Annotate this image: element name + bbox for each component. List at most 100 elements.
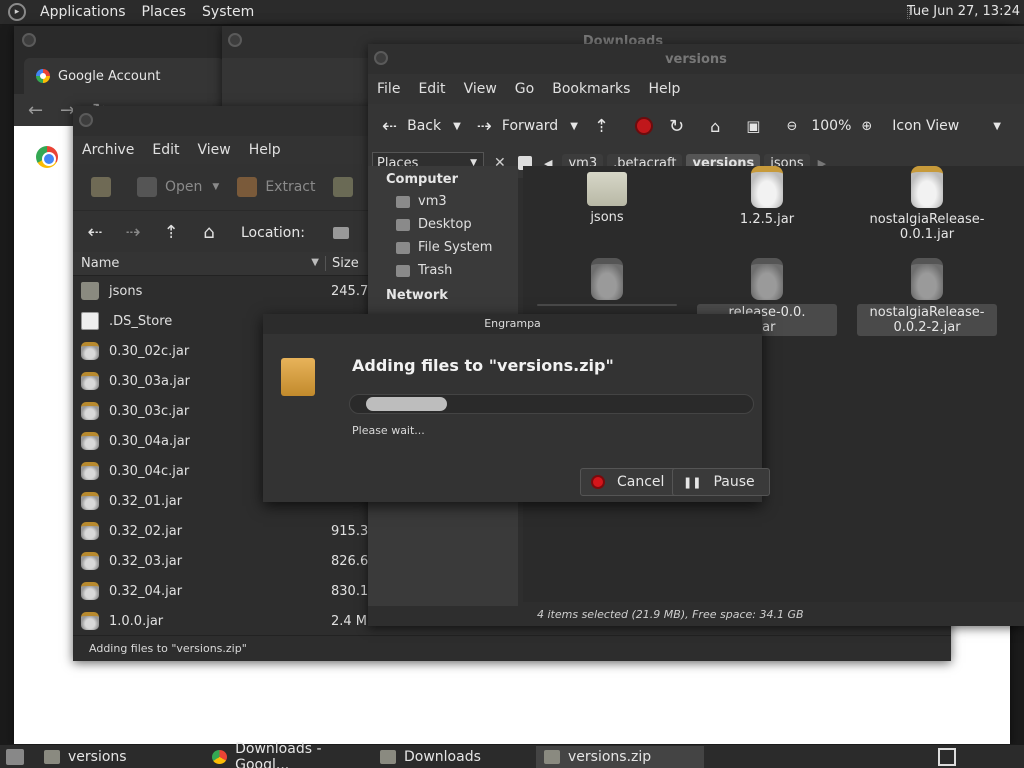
file-icon-label (537, 304, 677, 306)
taskbar-item[interactable]: versions.zip (536, 745, 704, 768)
file-name: jsons (109, 283, 143, 299)
package-icon (281, 358, 315, 396)
stop-button[interactable] (629, 117, 659, 135)
versions-statusbar: 4 items selected (21.9 MB), Free space: … (523, 602, 1024, 626)
versions-titlebar[interactable]: versions (368, 44, 1024, 74)
reload-icon: ↻ (669, 115, 685, 137)
file-icon-label: nostalgiaRelease-0.0.2-2.jar (857, 304, 997, 336)
home-icon: ⌂ (710, 116, 721, 136)
open-button[interactable]: Open ▼ (131, 177, 225, 197)
back-history-dropdown-icon[interactable]: ▼ (453, 121, 461, 132)
new-archive-button[interactable] (85, 177, 125, 197)
jar-icon (751, 258, 783, 300)
jar-icon (81, 492, 99, 510)
up-button[interactable]: ⇡ (588, 116, 625, 137)
window-menu-button[interactable] (22, 33, 36, 47)
show-desktop-icon[interactable] (6, 748, 24, 765)
dialog-title[interactable]: Engrampa (263, 314, 762, 334)
reload-button[interactable]: ↻ (663, 116, 700, 137)
jar-icon (81, 582, 99, 600)
back-arrow-icon: ⇠ (382, 115, 398, 137)
forward-arrow-icon[interactable]: ⇢ (121, 222, 145, 243)
file-name: 0.32_03.jar (109, 553, 183, 569)
file-icon-item[interactable]: nostalgiaRelease-0.0.1.jar (857, 166, 997, 242)
file-name: 0.32_02.jar (109, 523, 183, 539)
size-column-header[interactable]: Size (325, 256, 359, 271)
location-label: Location: (241, 224, 305, 241)
versions-menubar: File Edit View Go Bookmarks Help (368, 74, 1024, 104)
taskbar-item[interactable]: versions (36, 746, 204, 768)
back-label: Back (407, 118, 442, 134)
forward-history-dropdown-icon[interactable]: ▼ (570, 121, 578, 132)
zoom-in-button[interactable]: ⊕ (855, 119, 882, 134)
versions-title: versions (665, 52, 727, 67)
folder-icon (81, 282, 99, 300)
extract-label: Extract (265, 179, 316, 195)
menu-bookmarks[interactable]: Bookmarks (543, 81, 639, 97)
archive-statusbar: Adding files to "versions.zip" (73, 635, 951, 661)
chrome-icon (212, 749, 228, 764)
file-icon-label: nostalgiaRelease-0.0.1.jar (869, 212, 985, 242)
file-icon-label: jsons (590, 210, 624, 225)
back-arrow-icon[interactable]: ⇠ (83, 222, 107, 243)
taskbar-item[interactable]: Downloads - Googl... (204, 741, 372, 768)
sidebar-item-filesystem[interactable]: File System (368, 236, 518, 259)
zoom-out-button[interactable]: ⊖ (780, 119, 807, 134)
menu-file[interactable]: File (368, 81, 409, 97)
cancel-button[interactable]: Cancel (580, 468, 680, 496)
workspace-switcher-icon[interactable] (938, 748, 956, 766)
menu-help[interactable]: Help (639, 81, 689, 97)
menu-edit[interactable]: Edit (143, 142, 188, 158)
jar-icon (81, 462, 99, 480)
places-menu[interactable]: Places (134, 4, 195, 20)
jar-icon (81, 612, 99, 630)
zoom-level: 100% (811, 118, 852, 134)
taskbar-item-label: versions (68, 748, 127, 765)
zoom-out-icon: ⊖ (786, 118, 798, 134)
file-icon-item[interactable] (537, 258, 677, 306)
menu-help[interactable]: Help (240, 142, 290, 158)
view-mode-label: Icon View (892, 118, 960, 134)
add-files-button[interactable] (327, 177, 367, 197)
applications-menu[interactable]: Applications (32, 4, 134, 20)
sidebar-header-computer: Computer (386, 172, 459, 187)
pause-button[interactable]: ❚❚ Pause (672, 468, 770, 496)
file-icon-item[interactable]: jsons (537, 166, 677, 225)
file-icon-item[interactable]: nostalgiaRelease-0.0.2-2.jar (857, 258, 997, 336)
chrome-logo-icon (36, 146, 58, 168)
versions-toolbar: ⇠ Back ▼ ⇢ Forward ▼ ⇡ ↻ ⌂ ▣ ⊖ 100% ⊕ Ic… (368, 104, 1024, 148)
file-icon-item[interactable]: 1.2.5.jar (697, 166, 837, 227)
menu-view[interactable]: View (189, 142, 240, 158)
drive-icon (396, 241, 410, 254)
back-arrow-icon[interactable]: ← (28, 100, 46, 121)
home-button[interactable]: ⌂ (704, 117, 736, 136)
clock[interactable]: Tue Jun 27, 13:24 (907, 4, 1020, 19)
chrome-tab[interactable]: Google Account (24, 58, 224, 94)
menu-view[interactable]: View (455, 81, 506, 97)
taskbar-item[interactable]: Downloads (372, 746, 536, 768)
window-menu-button[interactable] (79, 113, 93, 127)
forward-arrow-icon: ⇢ (476, 115, 492, 137)
back-button[interactable]: ⇠ Back ▼ (376, 116, 467, 137)
menu-go[interactable]: Go (506, 81, 543, 97)
system-menu[interactable]: System (194, 4, 262, 20)
distro-logo-icon[interactable]: ▸ (8, 3, 26, 21)
view-mode-select[interactable]: Icon View ▼ (886, 118, 1007, 134)
name-column-header[interactable]: Name (73, 256, 325, 271)
computer-button[interactable]: ▣ (740, 117, 776, 135)
sidebar-item-trash[interactable]: Trash (368, 259, 518, 282)
jar-icon (911, 258, 943, 300)
sidebar-item-label: Desktop (418, 217, 472, 232)
home-icon[interactable]: ⌂ (197, 222, 221, 243)
menu-edit[interactable]: Edit (409, 81, 454, 97)
forward-button[interactable]: ⇢ Forward ▼ (471, 116, 584, 137)
open-label: Open (165, 179, 203, 195)
jar-icon (81, 402, 99, 420)
open-dropdown-icon[interactable]: ▼ (212, 182, 219, 192)
up-arrow-icon[interactable]: ⇡ (159, 222, 183, 243)
sidebar-item-vm3[interactable]: vm3 (368, 190, 518, 213)
extract-button[interactable]: Extract (231, 177, 321, 197)
folder-icon (587, 172, 627, 206)
menu-archive[interactable]: Archive (73, 142, 143, 158)
sidebar-item-desktop[interactable]: Desktop (368, 213, 518, 236)
